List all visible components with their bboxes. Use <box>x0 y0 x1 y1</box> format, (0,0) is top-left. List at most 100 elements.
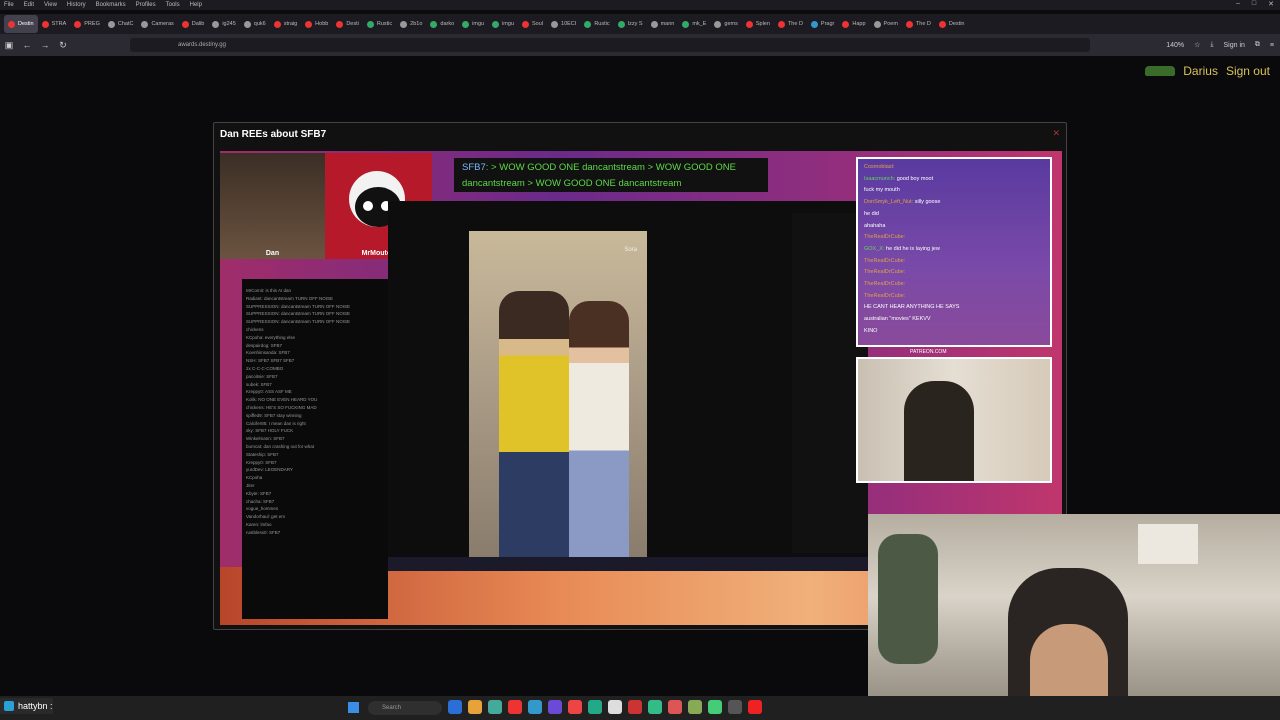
user-menu: Darius Sign out <box>1145 64 1270 78</box>
browser-tab[interactable]: Dalib <box>178 15 209 33</box>
back-icon[interactable]: ← <box>18 40 36 50</box>
taskbar-app-icon[interactable] <box>628 700 642 714</box>
tab-favicon-icon <box>74 20 82 28</box>
download-icon[interactable]: ⤓ <box>1210 41 1213 49</box>
menu-item-bookmarks[interactable]: Bookmarks <box>96 0 126 10</box>
tab-favicon-icon <box>336 20 344 28</box>
tab-label: gems <box>724 21 738 27</box>
menu-item-edit[interactable]: Edit <box>24 0 34 10</box>
bookmark-star-icon[interactable]: ☆ <box>1194 41 1200 49</box>
sidebar-icon[interactable]: ▣ <box>0 40 18 51</box>
start-icon[interactable] <box>348 702 359 713</box>
tab-label: mann <box>660 21 675 27</box>
taskbar-app-icon[interactable] <box>608 700 622 714</box>
browser-tab[interactable]: Poem <box>870 15 902 33</box>
sign-out-link[interactable]: Sign out <box>1226 64 1270 78</box>
browser-tab[interactable]: darko <box>426 15 458 33</box>
browser-tab[interactable]: The D <box>902 15 935 33</box>
browser-tab[interactable]: Cameras <box>137 15 177 33</box>
taskbar-app-icon[interactable] <box>668 700 682 714</box>
browser-tab[interactable]: imgu <box>458 15 488 33</box>
menu-item-view[interactable]: View <box>44 0 57 10</box>
chat-line: KCpoha: everything else <box>246 334 296 340</box>
menu-item-file[interactable]: File <box>4 0 14 10</box>
streamer-webcam <box>868 514 1280 720</box>
browser-tab[interactable]: ig245 <box>208 15 239 33</box>
forward-icon[interactable]: → <box>36 40 54 50</box>
browser-tab[interactable]: quk6 <box>240 15 270 33</box>
menu-item-profiles[interactable]: Profiles <box>136 0 156 10</box>
close-icon[interactable]: ✕ <box>1052 128 1060 139</box>
taskbar-app-icon[interactable] <box>748 700 762 714</box>
taskbar-app-icon[interactable] <box>448 700 462 714</box>
taskbar-app-icon[interactable] <box>548 700 562 714</box>
chat-line: Jiter <box>246 482 255 488</box>
taskbar-app-icon[interactable] <box>468 700 482 714</box>
taskbar-app-icon[interactable] <box>508 700 522 714</box>
tab-label: quk6 <box>253 21 266 27</box>
patreon-label: PATREON.COM <box>910 349 947 355</box>
chat-line: GOX_X: he did he is laying jew <box>864 244 1044 256</box>
zoom-level[interactable]: 140% <box>1166 42 1184 49</box>
minimize-icon[interactable]: – <box>1236 0 1240 8</box>
menu-icon[interactable]: ≡ <box>1270 42 1274 49</box>
browser-tab[interactable]: 2b1o <box>396 15 426 33</box>
tab-favicon-icon <box>141 20 149 28</box>
chat-line: NSH: SFB7 SFB7 SFB7 <box>246 358 295 364</box>
cam-dan: Dan <box>220 153 325 259</box>
browser-tab[interactable]: Hobb <box>301 15 332 33</box>
chat-line: 2x C-C-C-COMBO <box>246 365 284 371</box>
user-hat-icon <box>1145 66 1176 76</box>
tab-label: The D <box>915 21 931 27</box>
reload-icon[interactable]: ↻ <box>54 40 72 51</box>
taskbar-app-icon[interactable] <box>688 700 702 714</box>
browser-tab[interactable]: gems <box>710 15 741 33</box>
chat-line: DonSmyk_Left_Nut: silly goose <box>864 197 1044 209</box>
taskbar-app-icon[interactable] <box>648 700 662 714</box>
taskbar-app-icon[interactable] <box>588 700 602 714</box>
browser-tab[interactable]: Splen <box>742 15 774 33</box>
url-bar[interactable]: awards.destiny.gg <box>130 38 1090 52</box>
browser-tab[interactable]: PREG <box>70 15 104 33</box>
tab-favicon-icon <box>107 20 115 28</box>
chat-line: SUPPRESSION: dancantstream TURN OFF NOIS… <box>246 303 350 309</box>
close-window-icon[interactable]: ✕ <box>1268 0 1274 8</box>
taskbar-app-icon[interactable] <box>488 700 502 714</box>
browser-tab[interactable]: Rustic <box>363 15 396 33</box>
browser-tab[interactable]: mk_E <box>678 15 710 33</box>
user-name[interactable]: Darius <box>1183 64 1218 78</box>
browser-tab[interactable]: mann <box>647 15 679 33</box>
browser-tab[interactable]: 10ECI <box>547 15 580 33</box>
maximize-icon[interactable]: □ <box>1252 0 1256 8</box>
browser-tab[interactable]: Pragr <box>807 15 838 33</box>
browser-tab[interactable]: straig <box>270 15 301 33</box>
taskbar-app-icon[interactable] <box>528 700 542 714</box>
menu-item-history[interactable]: History <box>67 0 86 10</box>
taskbar-app-icon[interactable] <box>568 700 582 714</box>
tab-label: imgu <box>472 21 485 27</box>
browser-tab[interactable]: imgu <box>488 15 518 33</box>
chat-line: chacha: SFB7 <box>246 498 275 504</box>
browser-tab[interactable]: ChatC <box>104 15 138 33</box>
sora-watermark: Sora <box>624 247 637 253</box>
browser-tab[interactable]: Happ <box>838 15 869 33</box>
taskbar-app-icon[interactable] <box>708 700 722 714</box>
chat-line: SUPPRESSION: dancantstream TURN OFF NOIS… <box>246 311 350 317</box>
taskbar-app-icon[interactable] <box>728 700 742 714</box>
taskbar-search[interactable]: Search <box>368 701 442 715</box>
browser-tab[interactable]: Desti <box>332 15 363 33</box>
tab-favicon-icon <box>212 20 220 28</box>
browser-tab[interactable]: The D <box>774 15 807 33</box>
browser-tab[interactable]: Izzy S <box>614 15 647 33</box>
extensions-icon[interactable]: ⧉ <box>1255 41 1260 49</box>
sign-in-button[interactable]: Sign in <box>1224 42 1245 49</box>
browser-tab[interactable]: Destin <box>4 15 38 33</box>
chat-line: australian "movies" KEKVV <box>864 314 1044 326</box>
menu-item-tools[interactable]: Tools <box>166 0 180 10</box>
browser-tab[interactable]: Rustic <box>580 15 613 33</box>
browser-tab[interactable]: STRA <box>38 15 71 33</box>
browser-tab[interactable]: Destin <box>935 15 969 33</box>
chat-text: he did he is laying jew <box>886 245 940 252</box>
menu-item-help[interactable]: Help <box>190 0 202 10</box>
browser-tab[interactable]: Soul <box>518 15 547 33</box>
